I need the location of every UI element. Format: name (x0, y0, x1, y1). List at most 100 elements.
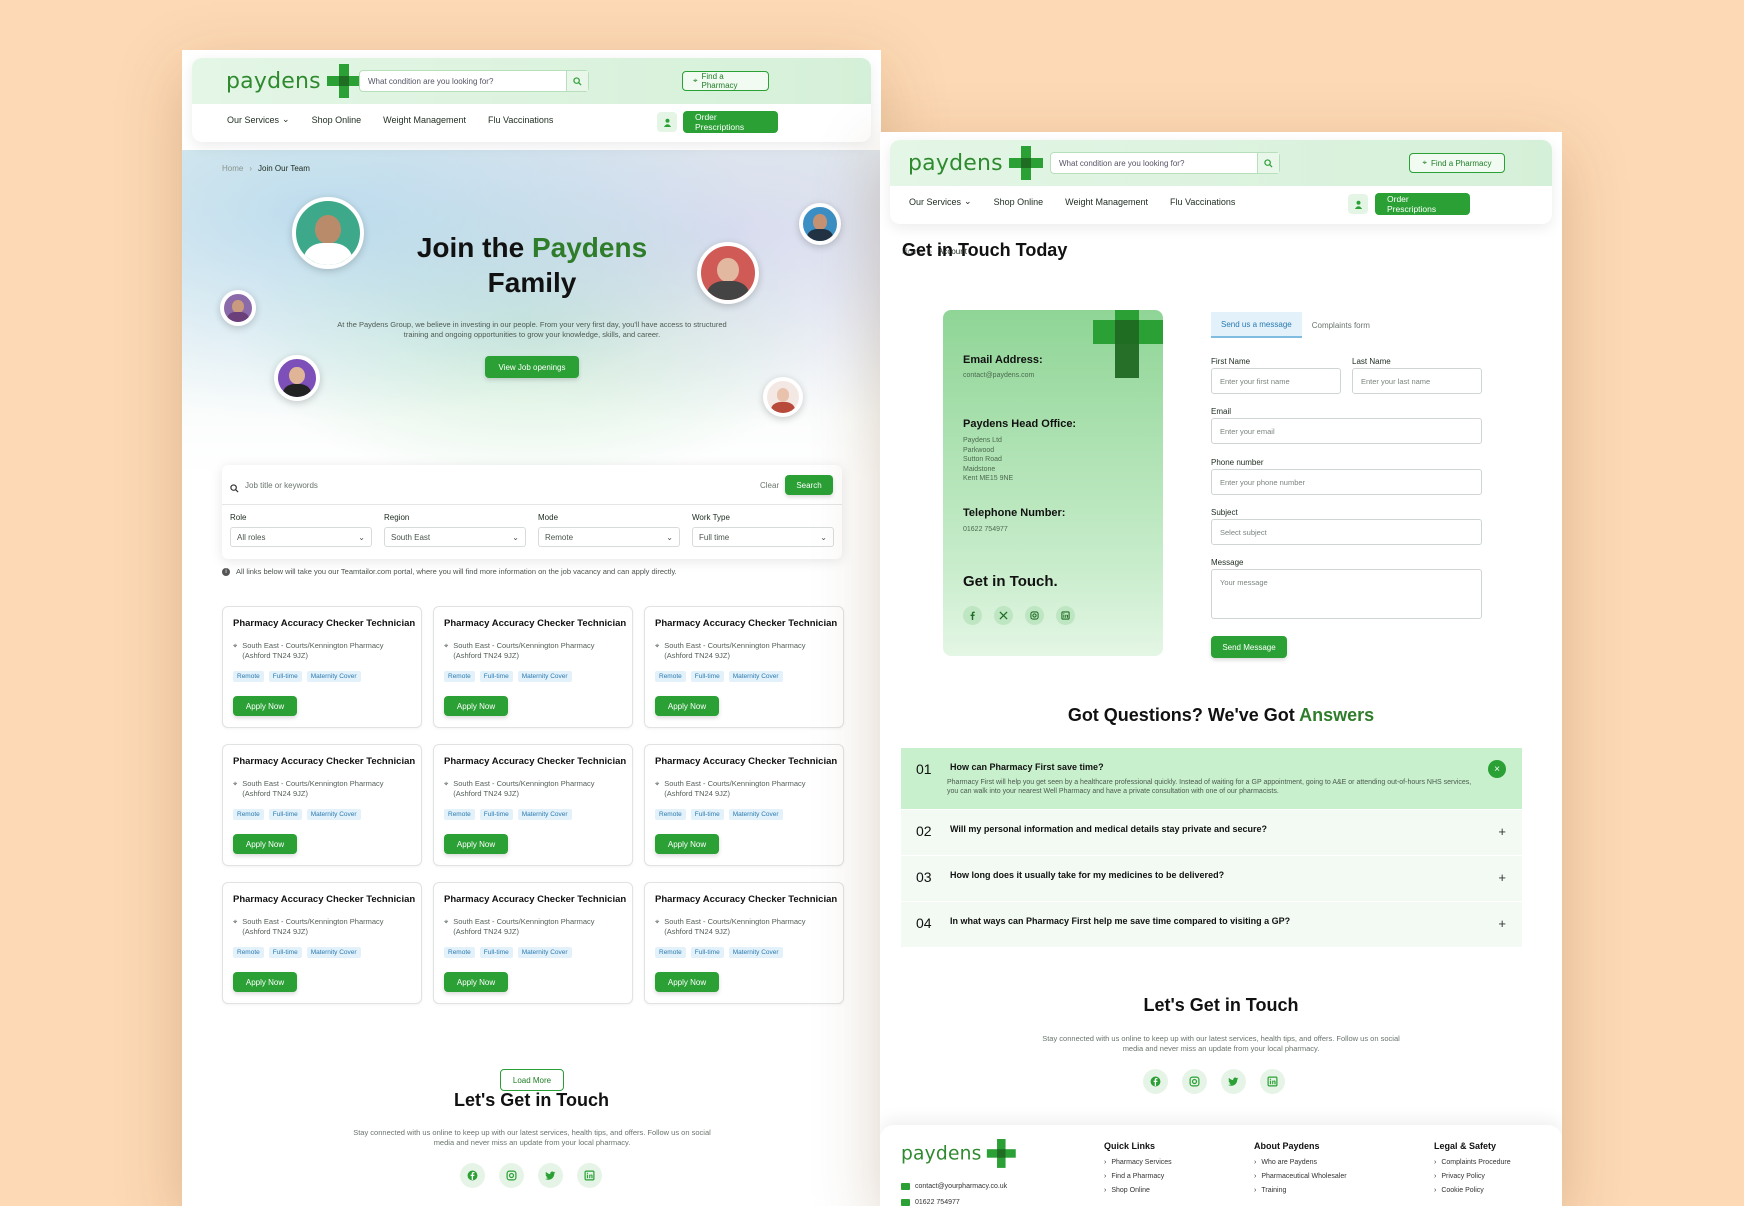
job-title[interactable]: Pharmacy Accuracy Checker Technician (655, 756, 837, 767)
find-pharmacy-button[interactable]: ⌖ Find a Pharmacy (682, 71, 769, 91)
nav-our-services[interactable]: Our Services ⌄ (227, 114, 290, 125)
breadcrumb-home[interactable]: Home (222, 164, 243, 173)
footer-link[interactable]: › Training (1254, 1187, 1347, 1194)
email-input[interactable]: Enter your email (1211, 418, 1482, 444)
job-title[interactable]: Pharmacy Accuracy Checker Technician (233, 756, 415, 767)
footer-email[interactable]: contact@yourpharmacy.co.uk (901, 1183, 1007, 1190)
find-pharmacy-button[interactable]: ⌖ Find a Pharmacy (1409, 153, 1505, 173)
instagram-icon[interactable] (1182, 1069, 1207, 1094)
tab-send-message[interactable]: Send us a message (1211, 312, 1302, 338)
touch-description: Stay connected with us online to keep up… (353, 1128, 711, 1147)
job-location: ⌖ South East - Courts/Kennington Pharmacy… (233, 779, 384, 799)
apply-now-button[interactable]: Apply Now (444, 972, 508, 992)
nav-weight-management[interactable]: Weight Management (383, 114, 466, 125)
footer-link[interactable]: › Find a Pharmacy (1104, 1173, 1172, 1180)
nav-our-services[interactable]: Our Services ⌄ (909, 196, 972, 207)
nav-shop-online[interactable]: Shop Online (994, 196, 1044, 207)
job-title[interactable]: Pharmacy Accuracy Checker Technician (233, 894, 415, 905)
first-name-input[interactable]: Enter your first name (1211, 368, 1341, 394)
plus-icon[interactable]: + (1498, 870, 1506, 885)
close-icon[interactable]: × (1488, 760, 1506, 778)
footer-link[interactable]: › Cookie Policy (1434, 1187, 1511, 1194)
job-title[interactable]: Pharmacy Accuracy Checker Technician (655, 618, 837, 629)
filter-value: Full time (699, 532, 730, 542)
footer-phone[interactable]: 01622 754977 (901, 1199, 960, 1206)
tab-complaints-form[interactable]: Complaints form (1302, 312, 1380, 338)
message-textarea[interactable]: Your message (1211, 569, 1482, 619)
user-icon[interactable] (1348, 194, 1368, 214)
plus-icon[interactable]: + (1498, 824, 1506, 839)
job-title[interactable]: Pharmacy Accuracy Checker Technician (444, 894, 626, 905)
footer-logo[interactable]: paydens (901, 1139, 1016, 1168)
filter-region[interactable]: Region South East ⌄ (384, 513, 526, 547)
order-prescriptions-button[interactable]: Order Prescriptions (683, 111, 778, 133)
paydens-logo[interactable]: paydens (908, 146, 1043, 180)
filter-role[interactable]: Role All roles ⌄ (230, 513, 372, 547)
view-job-openings-button[interactable]: View Job openings (485, 356, 579, 378)
footer-link[interactable]: › Complaints Procedure (1434, 1159, 1511, 1166)
faq-item-2[interactable]: 02 Will my personal information and medi… (901, 810, 1522, 856)
clear-button[interactable]: Clear (760, 481, 779, 490)
nav-flu-vaccinations[interactable]: Flu Vaccinations (1170, 196, 1235, 207)
apply-now-button[interactable]: Apply Now (233, 834, 297, 854)
linkedin-icon[interactable] (577, 1163, 602, 1188)
job-title[interactable]: Pharmacy Accuracy Checker Technician (444, 618, 626, 629)
email-value[interactable]: contact@paydens.com (963, 371, 1034, 381)
nav-shop-online[interactable]: Shop Online (312, 114, 362, 125)
apply-now-button[interactable]: Apply Now (233, 696, 297, 716)
facebook-icon[interactable] (460, 1163, 485, 1188)
search-button[interactable]: Search (785, 475, 833, 495)
load-more-button[interactable]: Load More (500, 1069, 564, 1091)
job-title[interactable]: Pharmacy Accuracy Checker Technician (233, 618, 415, 629)
apply-now-button[interactable]: Apply Now (233, 972, 297, 992)
facebook-icon[interactable] (1143, 1069, 1168, 1094)
facebook-icon[interactable] (963, 606, 982, 625)
order-prescriptions-button[interactable]: Order Prescriptions (1375, 193, 1470, 215)
x-icon[interactable] (994, 606, 1013, 625)
chevron-down-icon: ⌄ (512, 532, 519, 542)
footer-link[interactable]: › Pharmaceutical Wholesaler (1254, 1173, 1347, 1180)
faq-item-4[interactable]: 04 In what ways can Pharmacy First help … (901, 902, 1522, 948)
phone-value[interactable]: 01622 754977 (963, 525, 1008, 535)
last-name-input[interactable]: Enter your last name (1352, 368, 1482, 394)
job-title[interactable]: Pharmacy Accuracy Checker Technician (444, 756, 626, 767)
search-icon[interactable] (1257, 153, 1279, 173)
instagram-icon[interactable] (1025, 606, 1044, 625)
job-keyword-input[interactable]: Job title or keywords (245, 481, 318, 490)
apply-now-button[interactable]: Apply Now (655, 696, 719, 716)
footer-link[interactable]: › Pharmacy Services (1104, 1159, 1172, 1166)
user-icon[interactable] (657, 112, 677, 132)
nav-weight-management[interactable]: Weight Management (1065, 196, 1148, 207)
subject-select[interactable]: Select subject (1211, 519, 1482, 545)
phone-input[interactable]: Enter your phone number (1211, 469, 1482, 495)
search-input[interactable]: What condition are you looking for? (1050, 152, 1280, 174)
apply-now-button[interactable]: Apply Now (444, 834, 508, 854)
filter-work-type[interactable]: Work Type Full time ⌄ (692, 513, 834, 547)
instagram-icon[interactable] (499, 1163, 524, 1188)
linkedin-icon[interactable] (1056, 606, 1075, 625)
mail-icon (901, 1183, 910, 1190)
send-message-button[interactable]: Send Message (1211, 636, 1287, 658)
apply-now-button[interactable]: Apply Now (444, 696, 508, 716)
faq-item-1[interactable]: 01 How can Pharmacy First save time? Pha… (901, 748, 1522, 810)
plus-icon[interactable]: + (1498, 916, 1506, 931)
job-title[interactable]: Pharmacy Accuracy Checker Technician (655, 894, 837, 905)
phone-label: Telephone Number: (963, 507, 1066, 519)
footer-link[interactable]: › Who are Paydens (1254, 1159, 1347, 1166)
search-input[interactable]: What condition are you looking for? (359, 70, 589, 92)
linkedin-icon[interactable] (1260, 1069, 1285, 1094)
twitter-icon[interactable] (1221, 1069, 1246, 1094)
footer-link[interactable]: › Shop Online (1104, 1187, 1172, 1194)
filter-mode[interactable]: Mode Remote ⌄ (538, 513, 680, 547)
apply-now-button[interactable]: Apply Now (655, 972, 719, 992)
job-location: ⌖ South East - Courts/Kennington Pharmacy… (655, 917, 806, 937)
faq-item-3[interactable]: 03 How long does it usually take for my … (901, 856, 1522, 902)
apply-now-button[interactable]: Apply Now (655, 834, 719, 854)
search-icon[interactable] (566, 71, 588, 91)
footer-link[interactable]: › Privacy Policy (1434, 1173, 1511, 1180)
job-tags: Remote Full-time Maternity Cover (233, 947, 361, 958)
nav-flu-vaccinations[interactable]: Flu Vaccinations (488, 114, 553, 125)
location-line: South East - Courts/Kennington Pharmacy (453, 641, 595, 650)
paydens-logo[interactable]: paydens (226, 64, 361, 98)
twitter-icon[interactable] (538, 1163, 563, 1188)
